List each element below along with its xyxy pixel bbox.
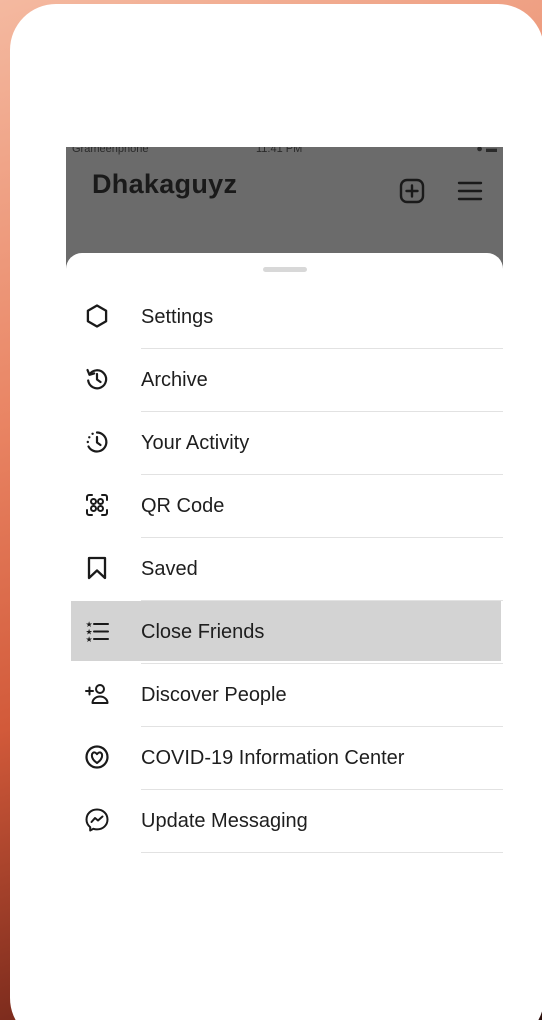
menu-item-label: Update Messaging [141, 810, 308, 832]
carrier-name: Grameenphone [72, 147, 149, 155]
covid-info-icon [85, 745, 109, 769]
menu-item-label: Saved [141, 558, 198, 580]
menu-item-your-activity[interactable]: Your Activity [66, 412, 503, 475]
bottom-sheet-menu: Settings Archive Your Activity QR Code S… [66, 253, 503, 857]
plus-square-icon [399, 178, 425, 204]
hamburger-menu-icon [457, 181, 483, 201]
menu-item-update-messaging[interactable]: Update Messaging [66, 790, 503, 853]
add-person-icon [85, 684, 109, 704]
sheet-grabber[interactable] [263, 267, 307, 272]
menu-item-label: Your Activity [141, 432, 250, 454]
menu-item-discover-people[interactable]: Discover People [66, 664, 503, 727]
menu-item-archive[interactable]: Archive [66, 349, 503, 412]
status-time: 11:41 PM [256, 147, 303, 155]
menu-item-label: QR Code [141, 495, 225, 517]
menu-item-label: Close Friends [141, 621, 265, 643]
menu-list: Settings Archive Your Activity QR Code S… [66, 286, 503, 853]
highlighted-row [71, 601, 501, 661]
menu-button[interactable] [456, 177, 484, 205]
menu-item-covid-info[interactable]: COVID-19 Information Center [66, 727, 503, 790]
new-post-button[interactable] [398, 177, 426, 205]
messenger-icon [85, 808, 109, 832]
phone-screen: Grameenphone 11:41 PM ● ▬ Dhakaguyz Sett… [66, 147, 503, 857]
divider [141, 852, 503, 853]
screenshot-card: Grameenphone 11:41 PM ● ▬ Dhakaguyz Sett… [10, 4, 542, 1020]
menu-item-label: Settings [141, 306, 214, 328]
qr-code-icon [86, 494, 108, 516]
menu-item-close-friends[interactable]: ★ ★ ★ Close Friends [66, 601, 503, 664]
status-bar: Grameenphone 11:41 PM ● ▬ [66, 147, 503, 155]
menu-item-label: Discover People [141, 684, 287, 706]
profile-username[interactable]: Dhakaguyz [92, 169, 237, 200]
close-friends-icon: ★ ★ ★ [86, 620, 109, 644]
menu-item-qr-code[interactable]: QR Code [66, 475, 503, 538]
menu-item-settings[interactable]: Settings [66, 286, 503, 349]
svg-text:★: ★ [86, 635, 93, 644]
activity-icon [86, 431, 108, 453]
menu-item-label: COVID-19 Information Center [141, 747, 405, 769]
bookmark-icon [87, 556, 107, 580]
battery-icon: ● ▬ [476, 147, 497, 155]
menu-item-label: Archive [141, 369, 208, 391]
settings-icon [86, 304, 108, 328]
menu-item-saved[interactable]: Saved [66, 538, 503, 601]
archive-icon [86, 368, 108, 390]
